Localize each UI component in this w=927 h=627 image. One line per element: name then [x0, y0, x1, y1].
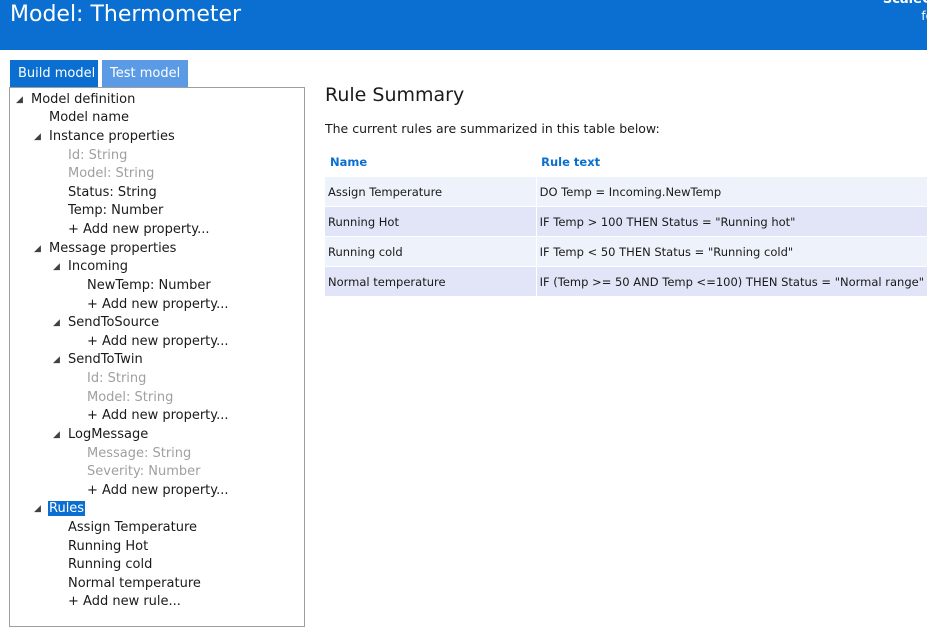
tree-node-twin-id[interactable]: Id: String — [86, 370, 147, 388]
tree-node-send-to-twin[interactable]: ◢ SendToTwin — [53, 351, 144, 369]
tree-node-log-message-severity[interactable]: Severity: Number — [86, 463, 201, 481]
tree-node-message-properties[interactable]: ◢ Message properties — [34, 240, 177, 258]
add-rule-link[interactable]: + Add new rule... — [67, 593, 182, 611]
page-title: Model: Thermometer — [10, 2, 242, 27]
rule-summary-title: Rule Summary — [325, 84, 465, 106]
rule-summary-table: Name Rule text Assign Temperature DO Tem… — [325, 147, 927, 297]
add-log-message-property-link[interactable]: + Add new property... — [86, 482, 230, 500]
add-instance-property-link[interactable]: + Add new property... — [67, 221, 211, 239]
column-header-name: Name — [330, 155, 368, 169]
table-row[interactable]: Normal temperature IF (Temp >= 50 AND Te… — [325, 266, 927, 297]
expand-arrow-icon[interactable]: ◢ — [53, 351, 60, 369]
tree-node-instance-model[interactable]: Model: String — [67, 165, 155, 183]
tree-node-instance-temp[interactable]: Temp: Number — [67, 202, 164, 220]
tree-node-rule-normal-temperature[interactable]: Normal temperature — [67, 575, 202, 593]
add-incoming-property-link[interactable]: + Add new property... — [86, 296, 230, 314]
table-header-row: Name Rule text — [325, 147, 927, 177]
tree-node-model-name[interactable]: Model name — [48, 109, 130, 127]
expand-arrow-icon[interactable]: ◢ — [34, 128, 41, 146]
rule-text-cell: IF (Temp >= 50 AND Temp <=100) THEN Stat… — [536, 266, 927, 297]
rule-summary-panel: Rule Summary The current rules are summa… — [325, 84, 927, 297]
tree-node-rule-assign-temperature[interactable]: Assign Temperature — [67, 519, 198, 537]
table-row[interactable]: Assign Temperature DO Temp = Incoming.Ne… — [325, 177, 927, 207]
expand-arrow-icon[interactable]: ◢ — [53, 258, 60, 276]
rule-text-cell: DO Temp = Incoming.NewTemp — [536, 177, 927, 207]
column-header-rule-text: Rule text — [541, 155, 601, 169]
rule-name-cell: Running cold — [325, 236, 537, 267]
tree-node-twin-model[interactable]: Model: String — [86, 389, 174, 407]
app-header: Model: Thermometer ScaleO fo — [0, 0, 927, 50]
rule-name-cell: Normal temperature — [325, 266, 537, 297]
tree-node-rule-running-hot[interactable]: Running Hot — [67, 538, 149, 556]
table-row[interactable]: Running Hot IF Temp > 100 THEN Status = … — [325, 206, 927, 237]
tree-node-log-message-message[interactable]: Message: String — [86, 445, 192, 463]
tree-node-rule-running-cold[interactable]: Running cold — [67, 556, 153, 574]
tab-build-model[interactable]: Build model — [10, 60, 98, 87]
brand-line-1: ScaleO — [883, 0, 927, 8]
brand-line-2: fo — [921, 9, 927, 23]
tree-node-incoming[interactable]: ◢ Incoming — [53, 258, 129, 276]
table-row[interactable]: Running cold IF Temp < 50 THEN Status = … — [325, 236, 927, 267]
brand-logo: ScaleO fo — [883, 0, 927, 24]
rule-name-cell: Running Hot — [325, 206, 537, 237]
rule-name-cell: Assign Temperature — [325, 177, 537, 207]
add-send-to-source-property-link[interactable]: + Add new property... — [86, 333, 230, 351]
tree-node-instance-id[interactable]: Id: String — [67, 147, 128, 165]
expand-arrow-icon[interactable]: ◢ — [34, 240, 41, 258]
rule-summary-description: The current rules are summarized in this… — [325, 121, 660, 136]
tree-node-log-message[interactable]: ◢ LogMessage — [53, 426, 149, 444]
rule-text-cell: IF Temp < 50 THEN Status = "Running cold… — [536, 236, 927, 267]
model-tree: ◢ Model definition Model name ◢ Instance p… — [9, 87, 305, 627]
expand-arrow-icon[interactable]: ◢ — [53, 314, 60, 332]
tree-node-model-definition[interactable]: ◢ Model definition — [16, 91, 136, 109]
tree-node-instance-status[interactable]: Status: String — [67, 184, 158, 202]
tree-node-instance-properties[interactable]: ◢ Instance properties — [34, 128, 176, 146]
expand-arrow-icon[interactable]: ◢ — [53, 426, 60, 444]
expand-arrow-icon[interactable]: ◢ — [34, 500, 41, 518]
tab-test-model[interactable]: Test model — [102, 60, 188, 87]
tree-node-send-to-source[interactable]: ◢ SendToSource — [53, 314, 160, 332]
rule-text-cell: IF Temp > 100 THEN Status = "Running hot… — [536, 206, 927, 237]
tree-node-rules[interactable]: ◢ Rules — [34, 500, 86, 518]
add-send-to-twin-property-link[interactable]: + Add new property... — [86, 407, 230, 425]
expand-arrow-icon[interactable]: ◢ — [16, 91, 23, 109]
tree-node-incoming-newtemp[interactable]: NewTemp: Number — [86, 277, 212, 295]
